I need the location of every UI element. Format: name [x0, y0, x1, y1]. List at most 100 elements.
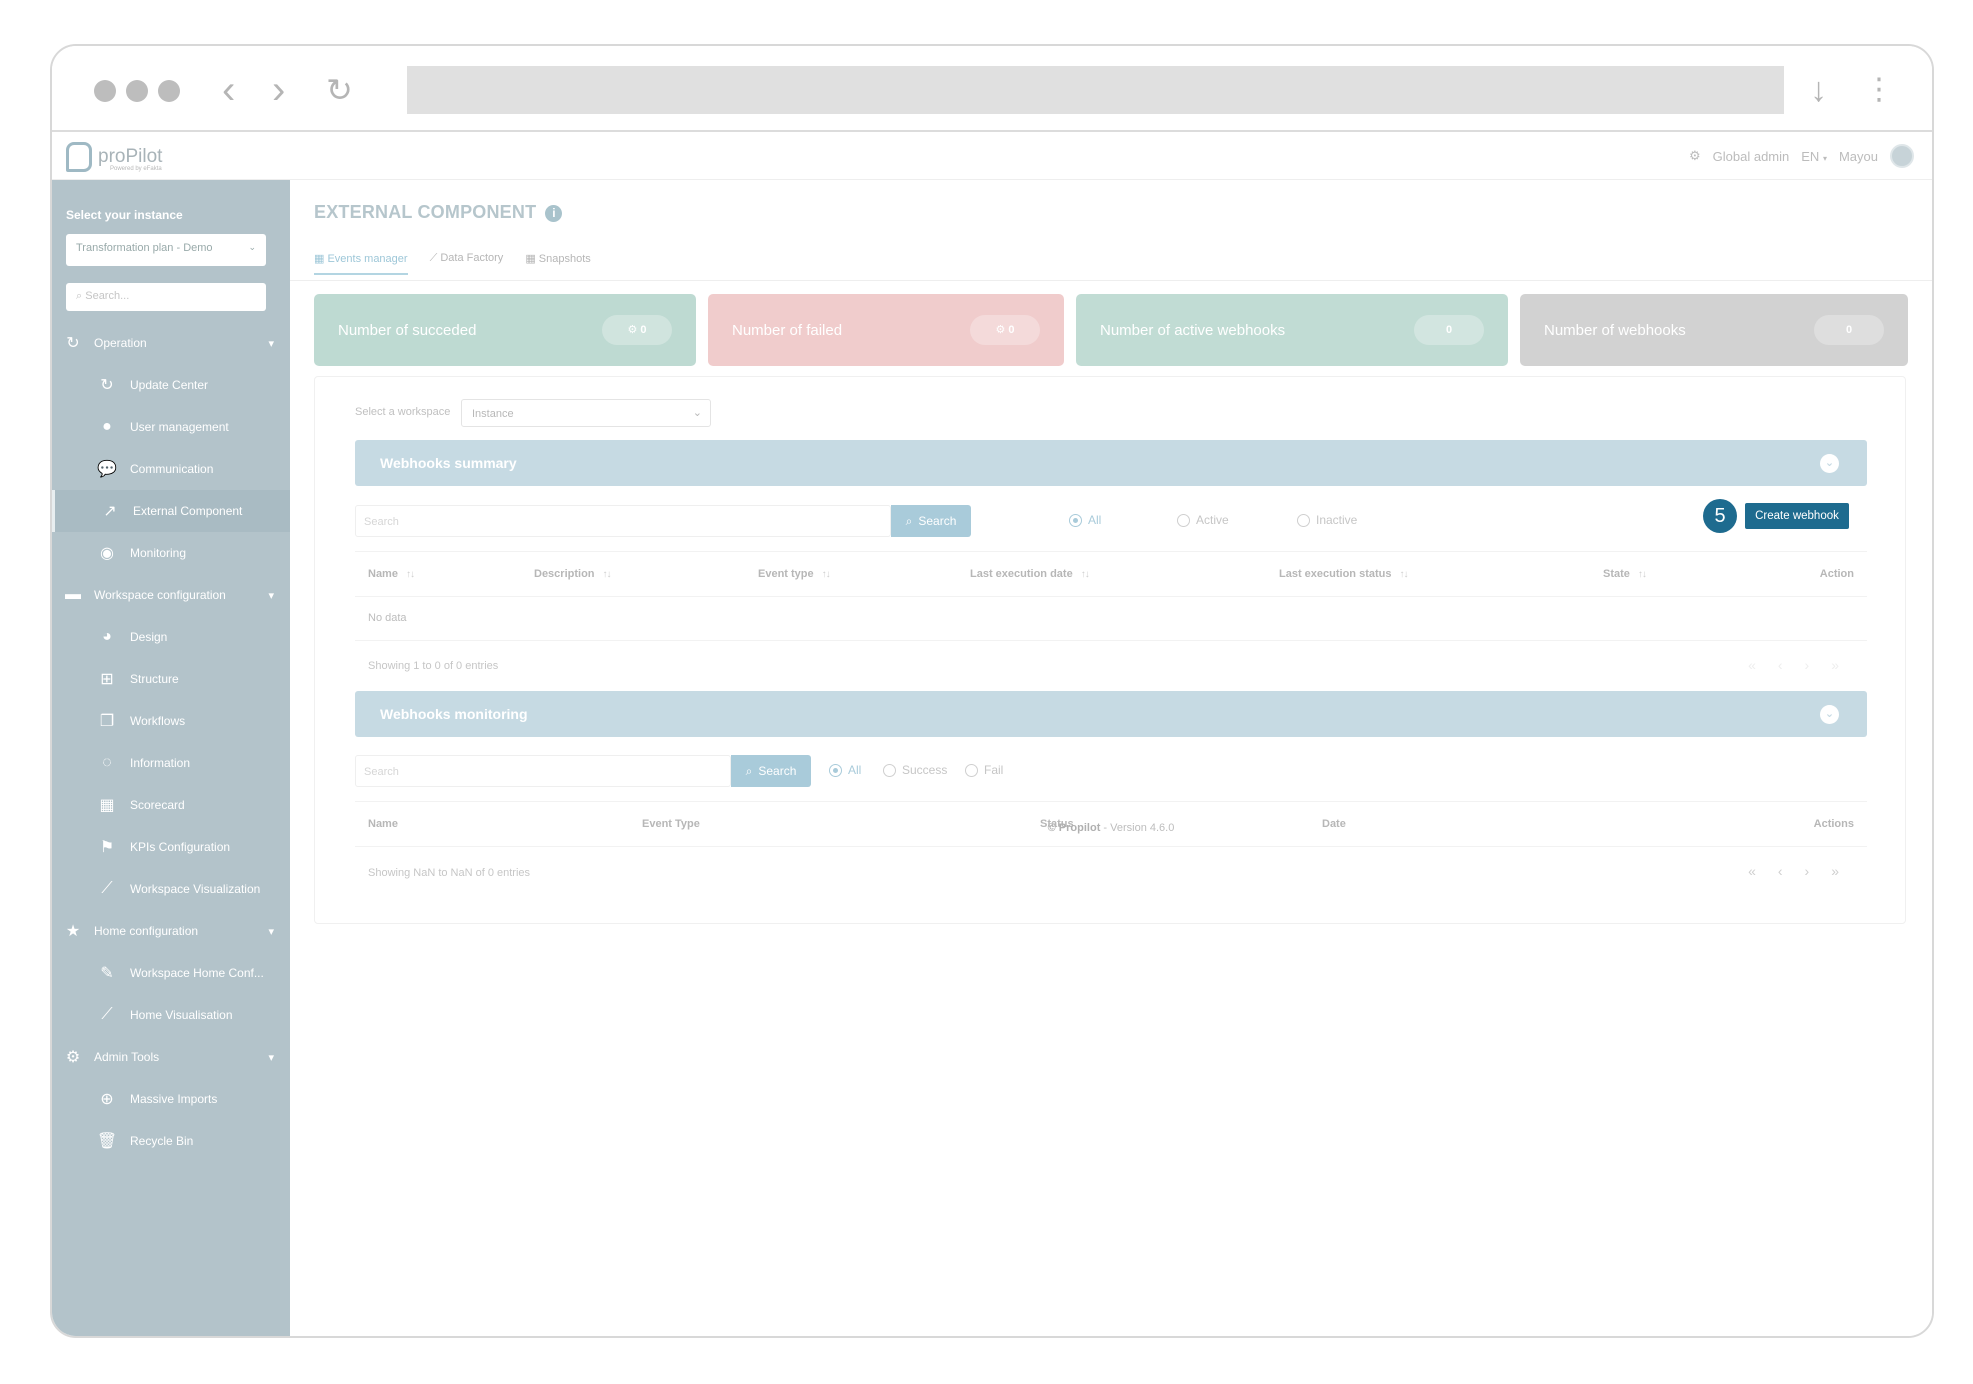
window-dot[interactable]	[126, 80, 148, 102]
sidebar-item-structure[interactable]: ⊞ Structure	[52, 658, 290, 700]
webhooks-summary-header[interactable]: Webhooks summary ⌄	[355, 440, 1867, 486]
back-icon[interactable]: ‹	[222, 66, 235, 114]
stat-card-succeeded: Number of succeded ⚙ 0	[314, 294, 696, 366]
info-icon[interactable]: i	[545, 205, 563, 222]
column-header-description[interactable]: Description ↑↓	[534, 568, 612, 580]
previous-page-icon[interactable]: ‹	[1778, 657, 1783, 673]
tab-snapshots[interactable]: ▦ Snapshots	[525, 252, 590, 275]
first-page-icon[interactable]: «	[1748, 657, 1756, 673]
summary-search-input[interactable]: Search	[355, 505, 891, 537]
radio-indicator	[1297, 513, 1310, 527]
previous-page-icon[interactable]: ‹	[1778, 863, 1783, 879]
tab-label: Snapshots	[538, 253, 591, 265]
sidebar-item-monitoring[interactable]: ◉ Monitoring	[52, 532, 290, 574]
radio-indicator	[883, 763, 896, 777]
radio-indicator	[1177, 513, 1190, 527]
column-header-state[interactable]: State ↑↓	[1603, 568, 1647, 580]
sidebar-group-home-configuration[interactable]: ★ Home configuration ▾	[52, 910, 290, 952]
sidebar-search-input[interactable]: ⌕ Search...	[66, 283, 266, 311]
avatar[interactable]	[1890, 144, 1914, 168]
gear-icon[interactable]: ⚙	[1689, 148, 1701, 164]
tab-data-factory[interactable]: ⟋ Data Factory	[430, 252, 504, 275]
download-icon[interactable]: ↓	[1810, 66, 1827, 114]
sidebar-item-information[interactable]: ◌ Information	[52, 742, 290, 784]
monitoring-filter-fail-radio[interactable]: Fail	[965, 763, 1003, 777]
last-page-icon[interactable]: »	[1831, 657, 1839, 673]
chart-line-icon: ⟋	[101, 880, 113, 897]
create-webhook-button[interactable]: Create webhook	[1745, 503, 1849, 529]
radio-label: Success	[902, 763, 948, 777]
language-selector[interactable]: EN ▾	[1801, 149, 1827, 164]
window-dot[interactable]	[158, 80, 180, 102]
tab-events-manager[interactable]: ▦ Events manager	[314, 252, 408, 275]
app-logo[interactable]: proPilot Powered by eFakta	[66, 142, 162, 172]
monitoring-filter-success-radio[interactable]: Success	[883, 763, 947, 777]
stat-card-failed: Number of failed ⚙ 0	[708, 294, 1064, 366]
filter-inactive-radio[interactable]: Inactive	[1297, 513, 1357, 527]
stat-label: Number of webhooks	[1544, 321, 1686, 339]
chart-line-icon: ⟋	[429, 252, 438, 264]
search-icon: ⌕	[905, 513, 913, 528]
sidebar-item-external-component[interactable]: ↗ External Component	[52, 490, 290, 532]
column-header-event-type[interactable]: Event type ↑↓	[758, 568, 831, 580]
sidebar-item-label: Update Center	[130, 378, 209, 392]
sidebar-item-massive-imports[interactable]: ⊕ Massive Imports	[52, 1078, 290, 1120]
radio-label: Active	[1196, 513, 1229, 527]
sidebar-item-workspace-visualization[interactable]: ⟋ Workspace Visualization	[52, 868, 290, 910]
monitoring-search-button[interactable]: ⌕ Search	[731, 755, 811, 787]
address-bar[interactable]	[407, 66, 1784, 114]
logo-text: proPilot	[98, 146, 163, 167]
comment-icon: ◌	[102, 754, 112, 771]
column-header-last-execution-date[interactable]: Last execution date ↑↓	[970, 568, 1090, 580]
sidebar-group-operation[interactable]: ↻ Operation ▾	[52, 322, 290, 364]
filter-active-radio[interactable]: Active	[1177, 513, 1229, 527]
last-page-icon[interactable]: »	[1831, 863, 1839, 879]
summary-search-button[interactable]: ⌕ Search	[891, 505, 971, 537]
webhooks-monitoring-header[interactable]: Webhooks monitoring ⌄	[355, 691, 1867, 737]
menu-icon[interactable]: ⋮	[1864, 66, 1894, 114]
chevron-down-icon: ⌄	[248, 242, 256, 252]
workspace-select[interactable]: Instance ⌄	[461, 399, 711, 427]
chart-line-icon: ⟋	[101, 1006, 113, 1023]
sidebar-item-kpis-configuration[interactable]: ⚑ KPIs Configuration	[52, 826, 290, 868]
user-name[interactable]: Mayou	[1839, 149, 1878, 164]
sidebar-item-workspace-home-conf[interactable]: ✎ Workspace Home Conf...	[52, 952, 290, 994]
next-page-icon[interactable]: ›	[1805, 657, 1810, 673]
instance-select[interactable]: Transformation plan - Demo ⌄	[66, 234, 266, 266]
sidebar-group-workspace-configuration[interactable]: ▬ Workspace configuration ▾	[52, 574, 290, 616]
column-header-last-execution-status[interactable]: Last execution status ↑↓	[1279, 568, 1408, 580]
chevron-down-icon[interactable]: ⌄	[1820, 454, 1839, 473]
reload-icon[interactable]: ↻	[326, 66, 353, 114]
first-page-icon[interactable]: «	[1748, 863, 1756, 879]
monitoring-search-input[interactable]: Search	[355, 755, 731, 787]
webhooks-card: Select a workspace Instance ⌄ Webhooks s…	[314, 376, 1906, 924]
monitoring-filter-all-radio[interactable]: All	[829, 763, 861, 777]
sidebar-item-design[interactable]: ◕ Design	[52, 616, 290, 658]
sidebar-group-admin-tools[interactable]: ⚙ Admin Tools ▾	[52, 1036, 290, 1078]
window-dot[interactable]	[94, 80, 116, 102]
forward-icon[interactable]: ›	[272, 66, 285, 114]
column-header-name[interactable]: Name ↑↓	[368, 568, 415, 580]
workspace-value: Instance	[472, 408, 514, 420]
sidebar-group-label: Operation	[94, 336, 147, 350]
global-admin-link[interactable]: Global admin	[1713, 149, 1790, 164]
sidebar-item-home-visualisation[interactable]: ⟋ Home Visualisation	[52, 994, 290, 1036]
sidebar-item-label: Home Visualisation	[130, 1008, 233, 1022]
next-page-icon[interactable]: ›	[1805, 863, 1810, 879]
sidebar-item-workflows[interactable]: ❐ Workflows	[52, 700, 290, 742]
search-placeholder: Search	[364, 516, 399, 528]
tab-divider	[290, 280, 1932, 281]
stat-value-pill: 0	[1414, 315, 1484, 345]
filter-all-radio[interactable]: All	[1069, 513, 1101, 527]
sidebar-item-communication[interactable]: 💬 Communication	[52, 448, 290, 490]
sidebar-item-recycle-bin[interactable]: 🗑 Recycle Bin	[52, 1120, 290, 1162]
main-content: EXTERNAL COMPONENT i ▦ Events manager ⟋ …	[290, 180, 1932, 1336]
stat-value: 0	[1008, 324, 1015, 336]
edit-icon: ✎	[100, 965, 114, 982]
section-title: Webhooks summary	[380, 455, 517, 471]
chevron-down-icon[interactable]: ⌄	[1820, 705, 1839, 724]
sidebar-item-update-center[interactable]: ↻ Update Center	[52, 364, 290, 406]
sidebar-item-user-management[interactable]: ● User management	[52, 406, 290, 448]
download-circle-icon: ⊕	[100, 1091, 114, 1108]
sidebar-item-scorecard[interactable]: ▦ Scorecard	[52, 784, 290, 826]
